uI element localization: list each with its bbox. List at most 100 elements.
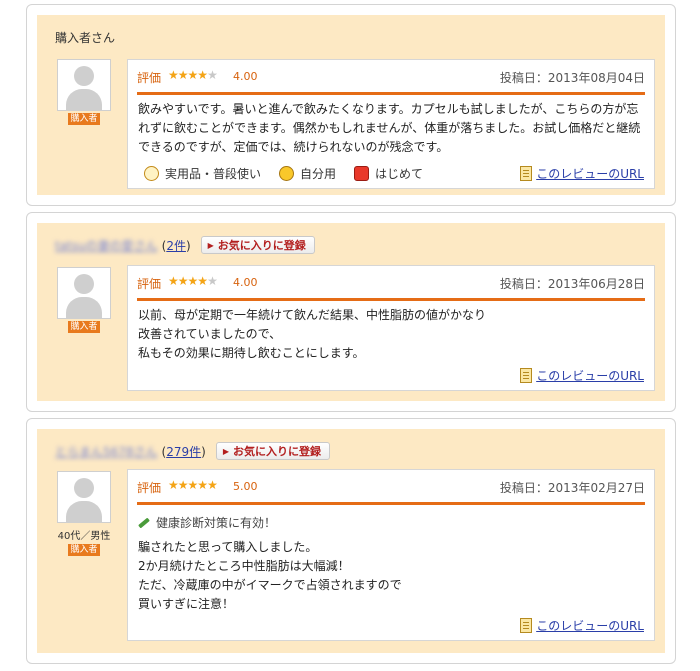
post-date: 投稿日：2013年02月27日 (499, 481, 645, 495)
review-line: 騙されたと思って購入しました。 (138, 540, 318, 554)
star-icon: ★ (168, 478, 179, 492)
favorite-label: お気に入りに登録 (232, 445, 321, 458)
tag-frequency: はじめて (354, 165, 423, 182)
rating-value: 5.00 (233, 480, 258, 493)
star-icon: ★ (197, 68, 208, 82)
rating-value: 4.00 (233, 276, 258, 289)
star-icon: ★ (187, 274, 199, 288)
tag-usage: 実用品・普段使い (144, 165, 261, 182)
reviewer-name: 購入者さん (55, 30, 116, 45)
review-panel: 購入者さん 購入者 評価 ★★★★★ 4.00 投稿日：2013年08月04日 … (37, 15, 665, 195)
review-header: 評価 ★★★★★ 5.00 投稿日：2013年02月27日 (137, 470, 645, 505)
star-empty-icon: ★ (207, 274, 218, 288)
review-card: 購入者さん 購入者 評価 ★★★★★ 4.00 投稿日：2013年08月04日 … (26, 4, 676, 206)
star-icon: ★ (177, 478, 189, 492)
star-rating: ★★★★★ (168, 478, 218, 492)
star-icon: ★ (207, 478, 218, 492)
star-rating: ★★★★★ (168, 274, 218, 288)
tag-purpose: 自分用 (279, 165, 336, 182)
reviewer-profile: 40代／男性 購入者 (57, 471, 111, 556)
star-icon: ★ (168, 68, 179, 82)
star-empty-icon: ★ (207, 68, 218, 82)
post-date: 投稿日：2013年06月28日 (499, 277, 645, 291)
review-panel: とらまん5678さん (279件) ▶ お気に入りに登録 40代／男性 購入者 評… (37, 429, 665, 653)
buyer-badge: 購入者 (68, 544, 100, 556)
buyer-badge: 購入者 (68, 113, 100, 125)
review-tagline: 健康診断対策に有効！ (138, 514, 276, 531)
review-count: (279件) (161, 444, 206, 459)
review-panel: tatsuの妻の愛さん (2件) ▶ お気に入りに登録 購入者 評価 ★★★★★ … (37, 223, 665, 401)
review-line: できるのですが、定価では、続けられないのが残念です。 (138, 140, 449, 154)
star-icon: ★ (197, 478, 208, 492)
review-line: 以前、母が定期で一年続けて飲んだ結果、中性脂肪の値がかなり (138, 308, 487, 322)
review-body: 以前、母が定期で一年続けて飲んだ結果、中性脂肪の値がかなり 改善されていましたの… (138, 306, 644, 363)
document-icon (520, 368, 533, 383)
star-icon: ★ (187, 478, 199, 492)
review-box: 評価 ★★★★★ 4.00 投稿日：2013年06月28日 以前、母が定期で一年… (127, 265, 655, 391)
reviewer-row: tatsuの妻の愛さん (2件) ▶ お気に入りに登録 (55, 235, 315, 255)
review-box: 評価 ★★★★★ 4.00 投稿日：2013年08月04日 飲みやすいです。暑い… (127, 59, 655, 189)
star-icon: ★ (197, 274, 208, 288)
tag-label: はじめて (375, 167, 424, 181)
favorite-label: お気に入りに登録 (217, 239, 306, 252)
star-icon: ★ (168, 274, 179, 288)
buyer-badge: 購入者 (68, 321, 100, 333)
document-icon (520, 618, 533, 633)
add-favorite-button[interactable]: ▶ お気に入りに登録 (200, 236, 315, 254)
star-rating: ★★★★★ (168, 68, 218, 82)
face-icon (279, 166, 295, 181)
review-count: (2件) (161, 238, 191, 253)
review-line: ただ、冷蔵庫の中がイマークで占領されますので (138, 578, 402, 592)
gift-icon (354, 166, 370, 181)
tag-label: 実用品・普段使い (165, 167, 262, 181)
reviewer-demographics: 40代／男性 (57, 531, 111, 542)
review-url-link[interactable]: このレビューのURL (520, 165, 644, 182)
post-date: 投稿日：2013年08月04日 (499, 71, 645, 85)
review-box: 評価 ★★★★★ 5.00 投稿日：2013年02月27日 健康診断対策に有効！… (127, 469, 655, 641)
star-icon: ★ (177, 274, 189, 288)
avatar (57, 471, 111, 523)
reviewer-profile: 購入者 (57, 59, 111, 125)
review-card: tatsuの妻の愛さん (2件) ▶ お気に入りに登録 購入者 評価 ★★★★★ … (26, 212, 676, 412)
review-count-link[interactable]: 2件 (166, 239, 186, 253)
review-line: 2か月続けたところ中性脂肪は大幅減！ (138, 559, 350, 573)
avatar (57, 267, 111, 319)
hand-icon (144, 166, 159, 181)
reviewer-name-link[interactable]: tatsuの妻の愛さん (55, 237, 158, 254)
review-line: 飲みやすいです。暑いと進んで飲みたくなります。カプセルも試しましたが、こちらの方… (138, 102, 639, 116)
tag-label: 自分用 (300, 167, 337, 181)
review-url-label: このレビューのURL (536, 369, 644, 383)
review-url-link[interactable]: このレビューのURL (520, 617, 644, 634)
review-url-label: このレビューのURL (536, 619, 644, 633)
play-icon: ▶ (222, 446, 229, 456)
review-header: 評価 ★★★★★ 4.00 投稿日：2013年08月04日 (137, 60, 645, 95)
review-header: 評価 ★★★★★ 4.00 投稿日：2013年06月28日 (137, 266, 645, 301)
review-body: 騙されたと思って購入しました。 2か月続けたところ中性脂肪は大幅減！ ただ、冷蔵… (138, 538, 644, 614)
review-line: 買いすぎに注意！ (138, 597, 235, 611)
review-count-link[interactable]: 279件 (166, 445, 201, 459)
rating-label: 評価 (137, 481, 162, 495)
pencil-icon (138, 517, 150, 528)
review-url-link[interactable]: このレビューのURL (520, 367, 644, 384)
review-line: 私もその効果に期待し飲むことにします。 (138, 346, 365, 360)
review-tags: 実用品・普段使い 自分用 はじめて (144, 165, 423, 182)
review-card: とらまん5678さん (279件) ▶ お気に入りに登録 40代／男性 購入者 評… (26, 418, 676, 664)
avatar (57, 59, 111, 111)
add-favorite-button[interactable]: ▶ お気に入りに登録 (215, 442, 330, 460)
rating-label: 評価 (137, 71, 162, 85)
rating-label: 評価 (137, 277, 162, 291)
review-line: れずに飲むことができます。偶然かもしれませんが、体重が落ちました。お試し価格だと… (138, 121, 641, 135)
review-url-label: このレビューのURL (536, 167, 644, 181)
play-icon: ▶ (207, 240, 214, 250)
review-line: 改善されていましたので、 (138, 327, 282, 341)
review-tagline-text: 健康診断対策に有効！ (156, 516, 277, 530)
reviewer-profile: 購入者 (57, 267, 111, 333)
rating-value: 4.00 (233, 70, 258, 83)
reviewer-row: とらまん5678さん (279件) ▶ お気に入りに登録 (55, 441, 330, 461)
reviewer-name-link[interactable]: とらまん5678さん (55, 443, 158, 460)
document-icon (520, 166, 533, 181)
star-icon: ★ (177, 68, 189, 82)
star-icon: ★ (187, 68, 199, 82)
review-body: 飲みやすいです。暑いと進んで飲みたくなります。カプセルも試しましたが、こちらの方… (138, 100, 644, 157)
reviewer-row: 購入者さん (55, 27, 115, 47)
